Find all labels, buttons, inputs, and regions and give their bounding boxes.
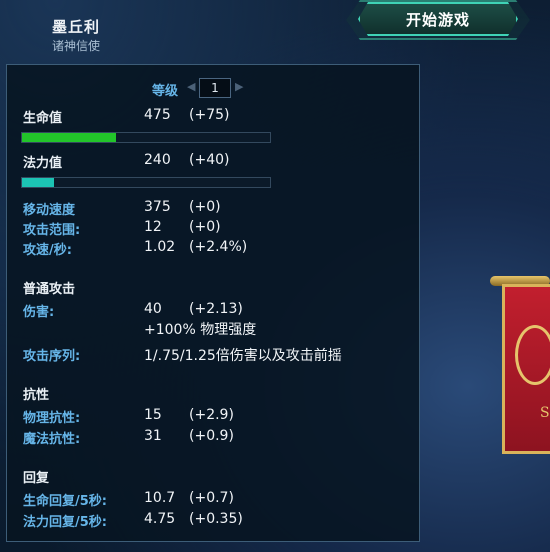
move-speed-label: 移动速度	[23, 203, 76, 218]
physical-protection-label: 物理抗性:	[23, 411, 81, 426]
magical-protection-label: 魔法抗性:	[23, 432, 81, 447]
hp5-bonus: (+0.7)	[189, 490, 234, 506]
stats-panel: 等级 ◀ 1 ▶ 生命值 475 (+75) 法力值 240 (+40) 移动速…	[6, 64, 420, 542]
health-value: 475	[144, 107, 171, 123]
mana-bonus: (+40)	[189, 152, 230, 168]
hp5-value: 10.7	[144, 490, 176, 506]
protections-heading: 抗性	[23, 388, 50, 403]
magical-protection-row: 魔法抗性: 31 (+0.9)	[7, 428, 421, 448]
progression-label: 攻击序列:	[23, 349, 81, 364]
triangle-right-icon[interactable]: ▶	[235, 80, 243, 93]
level-input[interactable]: 1	[199, 78, 231, 98]
health-row: 生命值 475 (+75)	[7, 107, 421, 127]
move-speed-bonus: (+0)	[189, 199, 221, 215]
attack-speed-row: 攻速/秒: 1.02 (+2.4%)	[7, 239, 421, 259]
mana-bar-fill	[22, 178, 55, 187]
hp5-row: 生命回复/5秒: 10.7 (+0.7)	[7, 490, 421, 510]
regen-heading: 回复	[23, 471, 50, 486]
level-label: 等级	[152, 84, 179, 99]
health-bonus: (+75)	[189, 107, 230, 123]
attack-range-label: 攻击范围:	[23, 223, 81, 238]
mana-value: 240	[144, 152, 171, 168]
laurel-wreath-icon	[515, 325, 550, 385]
attack-range-row: 攻击范围: 12 (+0)	[7, 219, 421, 239]
physical-protection-bonus: (+2.9)	[189, 407, 234, 423]
basic-attack-heading: 普通攻击	[23, 282, 76, 297]
attack-range-bonus: (+0)	[189, 219, 221, 235]
mp5-bonus: (+0.35)	[189, 511, 243, 527]
attack-range-value: 12	[144, 219, 162, 235]
health-bar-fill	[22, 133, 117, 142]
damage-scaling-row: +100% 物理强度	[7, 319, 421, 339]
damage-value: 40	[144, 301, 162, 317]
magical-protection-value: 31	[144, 428, 162, 444]
hp5-label: 生命回复/5秒:	[23, 494, 107, 509]
mp5-value: 4.75	[144, 511, 176, 527]
attack-speed-value: 1.02	[144, 239, 176, 255]
triangle-left-icon[interactable]: ◀	[187, 80, 195, 93]
start-game-button[interactable]: 开始游戏	[358, 2, 518, 36]
mana-bar	[21, 177, 271, 188]
physical-protection-value: 15	[144, 407, 162, 423]
health-bar	[21, 132, 271, 143]
mp5-label: 法力回复/5秒:	[23, 515, 107, 530]
health-label: 生命值	[23, 111, 63, 126]
regen-heading-row: 回复	[7, 467, 421, 487]
basic-attack-heading-row: 普通攻击	[7, 278, 421, 298]
damage-bonus: (+2.13)	[189, 301, 243, 317]
banner-emblem: S	[540, 405, 550, 421]
physical-protection-row: 物理抗性: 15 (+2.9)	[7, 407, 421, 427]
damage-scaling: +100% 物理强度	[144, 322, 257, 338]
protections-heading-row: 抗性	[7, 384, 421, 404]
damage-row: 伤害: 40 (+2.13)	[7, 301, 421, 321]
champion-title: 诸神信使	[52, 39, 101, 53]
champion-name: 墨丘利	[52, 18, 101, 36]
magical-protection-bonus: (+0.9)	[189, 428, 234, 444]
move-speed-row: 移动速度 375 (+0)	[7, 199, 421, 219]
mana-label: 法力值	[23, 156, 63, 171]
mp5-row: 法力回复/5秒: 4.75 (+0.35)	[7, 511, 421, 531]
progression-value: 1/.75/1.25倍伤害以及攻击前摇	[144, 348, 342, 364]
move-speed-value: 375	[144, 199, 171, 215]
mana-row: 法力值 240 (+40)	[7, 152, 421, 172]
progression-row: 攻击序列: 1/.75/1.25倍伤害以及攻击前摇	[7, 345, 421, 365]
attack-speed-label: 攻速/秒:	[23, 243, 72, 258]
attack-speed-bonus: (+2.4%)	[189, 239, 248, 255]
damage-label: 伤害:	[23, 305, 55, 320]
